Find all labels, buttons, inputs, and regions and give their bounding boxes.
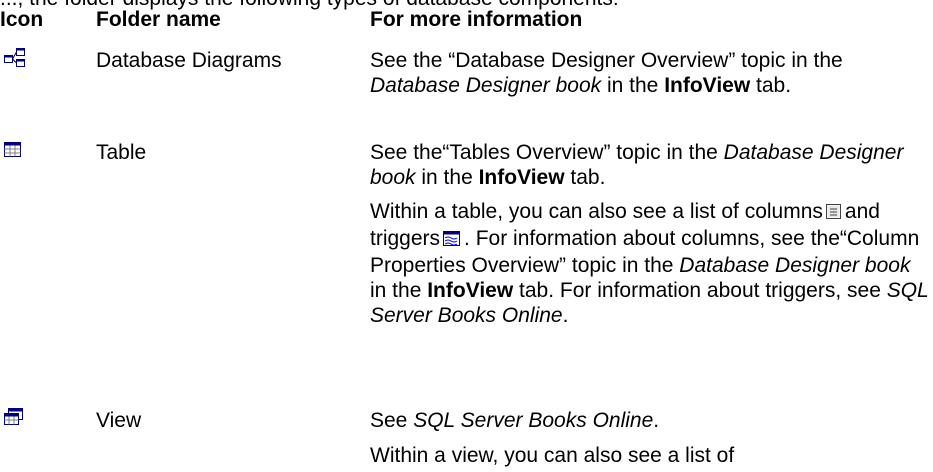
table-icon — [4, 140, 22, 164]
info-table-details: Within a table, you can also see a list … — [370, 200, 929, 327]
info-view: See SQL Server Books Online. — [370, 409, 660, 432]
folder-name-view: View — [96, 409, 142, 432]
info-view-details: Within a view, you can also see a list o… — [370, 444, 735, 467]
info-database-diagrams: See the “Database Designer Overview” top… — [370, 49, 843, 97]
folder-name-table: Table — [96, 141, 147, 164]
info-table: See the“Tables Overview” topic in the Da… — [370, 141, 904, 189]
column-header-icon: Icon — [0, 8, 44, 31]
trigger-icon — [443, 228, 461, 253]
column-header-folder-name: Folder name — [96, 8, 221, 31]
database-diagram-icon — [4, 48, 26, 74]
column-icon — [825, 201, 842, 226]
column-header-more-info: For more information — [370, 8, 583, 31]
folder-name-database-diagrams: Database Diagrams — [96, 49, 282, 72]
view-icon — [4, 408, 24, 432]
